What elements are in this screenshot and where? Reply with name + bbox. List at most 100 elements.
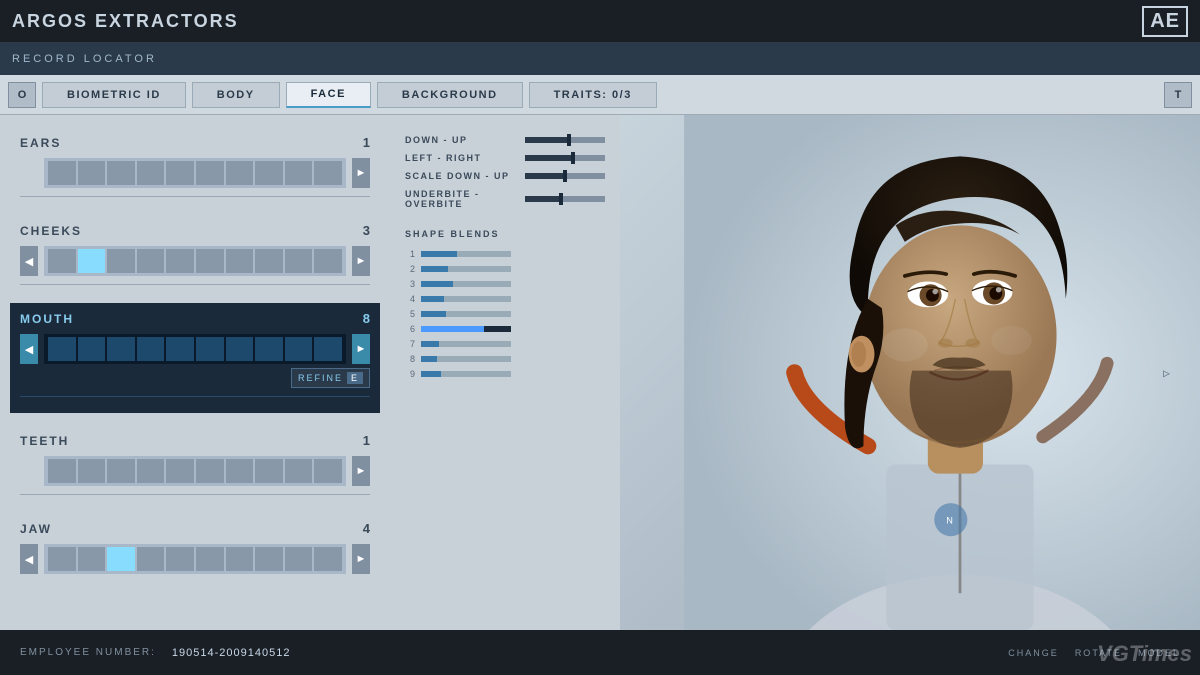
tab-biometric-id[interactable]: BIOMETRIC ID [42,82,186,108]
ears-cell-9 [285,161,313,185]
refine-label: REFINE [298,373,343,383]
slider-left-right-track[interactable] [525,155,605,161]
cheeks-right-arrow[interactable]: ► [352,246,370,276]
jaw-label: JAW [20,522,52,536]
vgtimes-watermark: VGTimes [1097,641,1192,667]
left-tab-button[interactable]: O [8,82,36,108]
slider-down-up-track[interactable] [525,137,605,143]
slider-down-up-fill [525,137,569,143]
record-locator-bar: RECORD LOCATOR [0,42,1200,75]
mouth-preset-bar[interactable] [44,334,346,364]
jaw-section: JAW 4 ◀ ► [20,521,370,574]
mouth-cell-7 [226,337,254,361]
cheeks-cell-7 [226,249,254,273]
blend-row-1: 1 [405,249,605,259]
mouth-number: 8 [363,311,370,326]
blend-row-4: 4 [405,294,605,304]
slider-left-right-row: LEFT - RIGHT [405,153,605,163]
ears-cell-3 [107,161,135,185]
tab-body[interactable]: BODY [192,82,280,108]
jaw-left-arrow[interactable]: ◀ [20,544,38,574]
mouth-cell-6 [196,337,224,361]
teeth-label: TEETH [20,434,69,448]
employee-label: EMPLOYEE NUMBER: [20,647,156,658]
ae-logo: AE [1142,6,1188,37]
app-title: ARGOS EXTRACTORS [12,11,239,32]
jaw-number: 4 [363,521,370,536]
ears-cell-8 [255,161,283,185]
left-panel: EARS 1 ► [0,115,390,630]
blend-track-8[interactable] [421,356,511,362]
slider-down-up-thumb [567,134,571,146]
slider-left-right-fill [525,155,573,161]
blend-num-1: 1 [405,249,415,259]
blend-row-3: 3 [405,279,605,289]
teeth-cell-3 [107,459,135,483]
right-panel: N [620,115,1200,630]
teeth-cell-10 [314,459,342,483]
character-preview: N [620,115,1200,630]
jaw-preset-bar[interactable] [44,544,346,574]
slider-scale-track[interactable] [525,173,605,179]
mouth-cell-10 [314,337,342,361]
blend-track-1[interactable] [421,251,511,257]
tab-background[interactable]: BACKGROUND [377,82,523,108]
mouth-label: MOUTH [20,312,74,326]
blend-track-4[interactable] [421,296,511,302]
teeth-right-arrow[interactable]: ► [352,456,370,486]
ears-number: 1 [363,135,370,150]
jaw-right-arrow[interactable]: ► [352,544,370,574]
slider-scale-row: SCALE DOWN - UP [405,171,605,181]
teeth-cell-5 [166,459,194,483]
ears-preset-bar[interactable] [44,158,346,188]
ears-right-arrow[interactable]: ► [352,158,370,188]
record-locator-text: RECORD LOCATOR [12,53,157,65]
bottom-bar: EMPLOYEE NUMBER: 190514-2009140512 CHANG… [0,630,1200,675]
slider-scale-thumb [563,170,567,182]
blend-fill-8 [421,356,437,362]
ears-cell-1 [48,161,76,185]
jaw-cell-6 [196,547,224,571]
adjustment-sliders: DOWN - UP LEFT - RIGHT SCALE DOWN - UP [405,135,605,209]
jaw-cell-1 [48,547,76,571]
cheeks-cell-5 [166,249,194,273]
cheeks-left-arrow[interactable]: ◀ [20,246,38,276]
teeth-preset-bar[interactable] [44,456,346,486]
mouth-right-arrow[interactable]: ► [352,334,370,364]
blend-track-3[interactable] [421,281,511,287]
jaw-cell-10 [314,547,342,571]
blend-track-2[interactable] [421,266,511,272]
slider-left-right-label: LEFT - RIGHT [405,153,515,163]
change-button[interactable]: CHANGE [1008,648,1059,658]
tab-traits[interactable]: TRAITS: 0/3 [529,82,657,108]
header: ARGOS EXTRACTORS AE RECORD LOCATOR [0,0,1200,75]
tab-face[interactable]: FACE [286,82,371,108]
blend-track-5[interactable] [421,311,511,317]
cheeks-preset-bar[interactable] [44,246,346,276]
blend-num-4: 4 [405,294,415,304]
cheeks-cell-8 [255,249,283,273]
cheeks-cell-1 [48,249,76,273]
blend-fill-1 [421,251,457,257]
teeth-cell-9 [285,459,313,483]
refine-button[interactable]: REFINE E [291,368,370,388]
blend-track-7[interactable] [421,341,511,347]
jaw-cell-2 [78,547,106,571]
mouth-cell-3 [107,337,135,361]
ears-header: EARS 1 [20,135,370,150]
blend-track-6[interactable] [421,326,511,332]
blend-fill-7 [421,341,439,347]
cheeks-cell-3 [107,249,135,273]
right-tab-button[interactable]: T [1164,82,1192,108]
blend-fill-5 [421,311,446,317]
cheeks-divider [20,284,370,285]
shape-blends-title: SHAPE BLENDS [405,229,605,239]
mouth-left-arrow[interactable]: ◀ [20,334,38,364]
cursor-indicator: ▹ [1163,364,1170,381]
teeth-cell-4 [137,459,165,483]
blend-fill-2 [421,266,448,272]
blend-track-9[interactable] [421,371,511,377]
slider-bite-track[interactable] [525,196,605,202]
ears-label: EARS [20,136,61,150]
teeth-cell-8 [255,459,283,483]
